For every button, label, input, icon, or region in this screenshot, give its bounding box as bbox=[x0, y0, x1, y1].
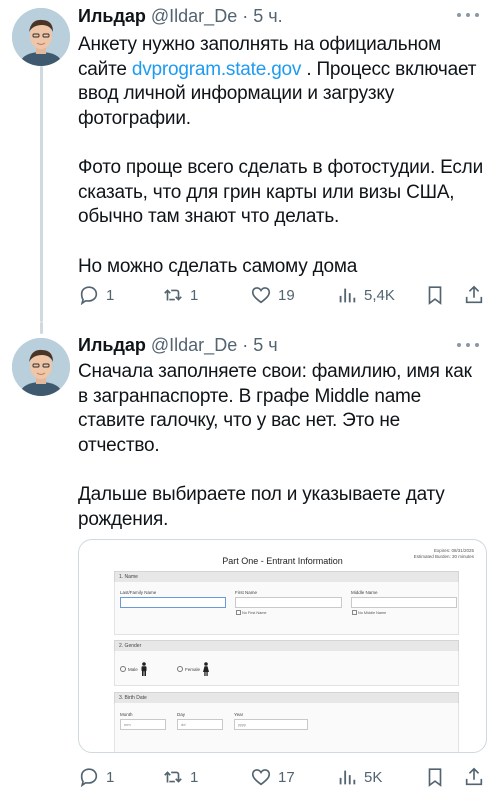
tweet-text: Сначала заполняете свои: фамилию, имя ка… bbox=[78, 360, 485, 532]
share-icon bbox=[465, 285, 483, 304]
like-button[interactable]: 17 bbox=[250, 762, 295, 792]
day-label: Day bbox=[177, 712, 186, 717]
repost-button[interactable]: 1 bbox=[162, 762, 198, 792]
bookmark-icon bbox=[428, 768, 442, 787]
action-bar: 1 1 19 5,4K bbox=[78, 280, 497, 310]
like-count: 19 bbox=[278, 286, 295, 304]
reply-button[interactable]: 1 bbox=[78, 280, 114, 310]
bookmark-button[interactable] bbox=[424, 280, 446, 310]
day-field[interactable]: dd bbox=[177, 719, 223, 730]
like-count: 17 bbox=[278, 768, 295, 786]
tweet-time[interactable]: 5 ч bbox=[253, 335, 277, 355]
tweet-text: Анкету нужно заполнять на официальном са… bbox=[78, 33, 485, 279]
repost-icon bbox=[164, 771, 182, 783]
views-icon bbox=[339, 770, 356, 785]
tweet-2[interactable]: Ильдар @Ildar_De · 5 ч Сначала заполняет… bbox=[0, 322, 497, 800]
female-figure-icon bbox=[203, 662, 210, 676]
first-name-field[interactable] bbox=[235, 597, 342, 608]
like-icon bbox=[251, 287, 271, 304]
section-name-body: Last/Family Name First Name No First Nam… bbox=[114, 582, 459, 635]
like-button[interactable]: 19 bbox=[250, 280, 295, 310]
repost-count: 1 bbox=[190, 286, 199, 304]
no-middle-name-checkbox[interactable]: No Middle Name bbox=[352, 610, 386, 615]
share-button[interactable] bbox=[463, 280, 485, 310]
thread-line-top bbox=[40, 322, 43, 334]
bookmark-icon bbox=[428, 286, 442, 305]
text-p3: Но можно сделать самому дома bbox=[78, 255, 358, 277]
action-bar: 1 1 17 5K bbox=[78, 762, 497, 792]
middle-name-field[interactable] bbox=[351, 597, 457, 608]
views-button[interactable]: 5,4K bbox=[336, 280, 395, 310]
section-gender-body: Male Female bbox=[114, 651, 459, 686]
first-name-label: First Name bbox=[235, 590, 258, 595]
bookmark-button[interactable] bbox=[424, 762, 446, 792]
reply-count: 1 bbox=[106, 286, 115, 304]
year-label: Year bbox=[234, 712, 244, 717]
share-icon bbox=[465, 767, 483, 786]
no-first-name-checkbox[interactable]: No First Name bbox=[236, 610, 266, 615]
avatar[interactable] bbox=[12, 8, 70, 66]
last-name-label: Last/Family Name bbox=[120, 590, 157, 595]
views-count: 5,4K bbox=[364, 286, 395, 304]
site-link[interactable]: dvprogram.state.gov bbox=[132, 59, 302, 80]
tweet-time[interactable]: 5 ч. bbox=[253, 6, 282, 26]
more-icon[interactable] bbox=[457, 12, 479, 18]
tweet-1[interactable]: Ильдар @Ildar_De · 5 ч. Анкету нужно зап… bbox=[0, 0, 497, 322]
tweet-header: Ильдар @Ildar_De · 5 ч bbox=[78, 335, 487, 357]
author-handle[interactable]: @Ildar_De bbox=[151, 335, 237, 355]
tweet-header: Ильдар @Ildar_De · 5 ч. bbox=[78, 6, 487, 28]
more-icon[interactable] bbox=[457, 342, 479, 348]
reply-icon bbox=[80, 286, 98, 306]
male-figure-icon bbox=[141, 662, 147, 676]
middle-name-label: Middle Name bbox=[351, 590, 378, 595]
views-icon bbox=[339, 288, 356, 303]
author-handle[interactable]: @Ildar_De bbox=[151, 6, 237, 26]
views-count: 5K bbox=[364, 768, 383, 786]
separator: · bbox=[242, 335, 249, 355]
female-radio[interactable]: Female bbox=[177, 662, 210, 676]
text-p2: Дальше выбираете пол и указываете дату р… bbox=[78, 484, 445, 530]
year-field[interactable]: yyyy bbox=[234, 719, 308, 730]
like-icon bbox=[251, 769, 271, 786]
author-name[interactable]: Ильдар bbox=[78, 6, 146, 26]
views-button[interactable]: 5K bbox=[336, 762, 382, 792]
author-name[interactable]: Ильдар bbox=[78, 335, 146, 355]
section-birth-date-body: Month mm Day dd Year yyyy bbox=[114, 703, 459, 752]
repost-count: 1 bbox=[190, 768, 199, 786]
text-p1: Сначала заполняете свои: фамилию, имя ка… bbox=[78, 361, 472, 456]
form-title: Part One - Entrant Information bbox=[222, 556, 343, 566]
thread-line bbox=[40, 66, 43, 322]
last-name-field[interactable] bbox=[120, 597, 226, 608]
text-p2: Фото проще всего сделать в фотостудии. Е… bbox=[78, 157, 483, 227]
reply-count: 1 bbox=[106, 768, 115, 786]
reply-button[interactable]: 1 bbox=[78, 762, 114, 792]
avatar[interactable] bbox=[12, 338, 70, 396]
repost-button[interactable]: 1 bbox=[162, 280, 198, 310]
reply-icon bbox=[80, 768, 98, 788]
separator: · bbox=[242, 6, 249, 26]
form-screenshot[interactable]: Expires: 08/31/2025 Estimated Burden: 30… bbox=[78, 539, 487, 753]
month-field[interactable]: mm bbox=[120, 719, 166, 730]
male-radio[interactable]: Male bbox=[120, 662, 148, 676]
share-button[interactable] bbox=[463, 762, 485, 792]
repost-icon bbox=[164, 289, 182, 301]
month-label: Month bbox=[120, 712, 133, 717]
